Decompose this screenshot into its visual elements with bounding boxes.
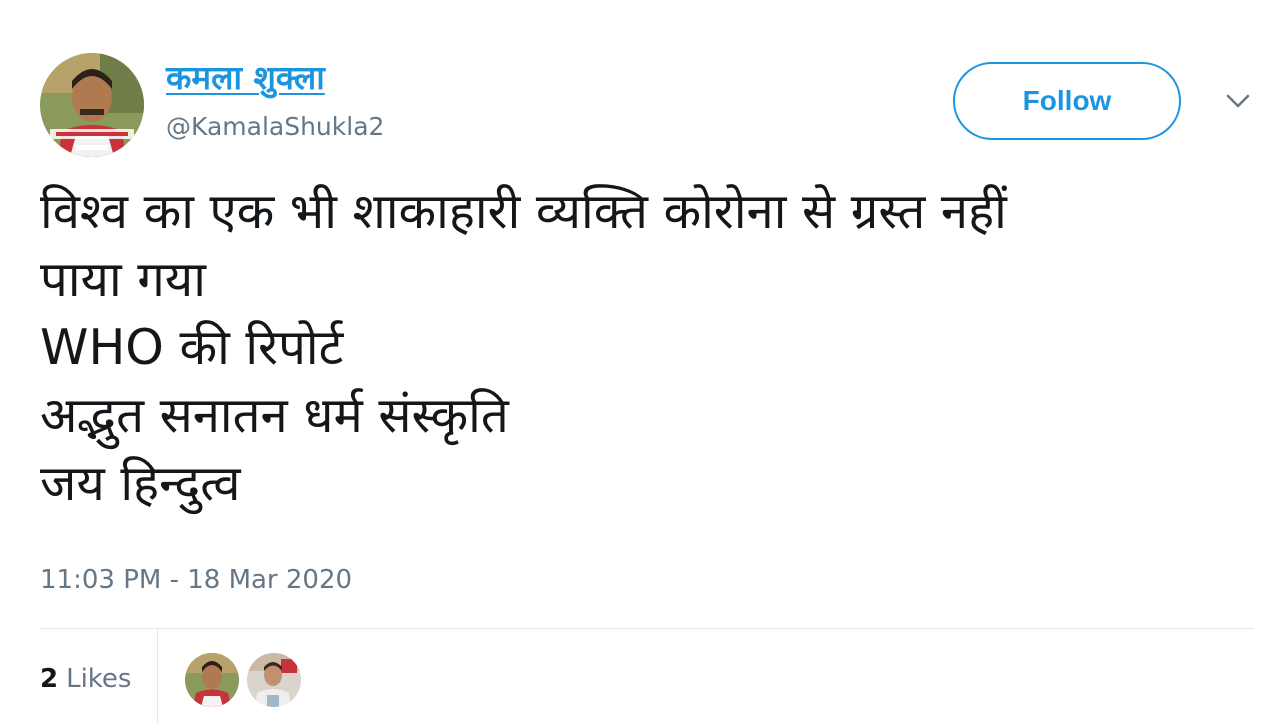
divider [40, 628, 1254, 629]
tweet-timestamp[interactable]: 11:03 PM - 18 Mar 2020 [40, 562, 352, 598]
follow-button[interactable]: Follow [953, 62, 1181, 140]
author-handle[interactable]: @KamalaShukla2 [166, 110, 384, 144]
stats-divider [157, 629, 158, 723]
tweet-line: पाया गया [40, 251, 206, 308]
tweet-text: विश्व का एक भी शाकाहारी व्यक्ति कोरोना स… [40, 178, 1260, 518]
author-avatar[interactable] [40, 53, 144, 157]
likes-label: Likes [66, 664, 132, 694]
avatar-photo-icon [40, 53, 144, 157]
tweet-line: जय हिन्दुत्व [40, 455, 241, 512]
tweet-line: विश्व का एक भी शाकाहारी व्यक्ति कोरोना स… [40, 183, 1007, 240]
liker-avatar-2[interactable] [247, 653, 301, 707]
likes-count: 2 [40, 664, 59, 694]
chevron-down-icon[interactable] [1222, 88, 1254, 114]
liker-avatar-1[interactable] [185, 653, 239, 707]
tweet-line: WHO की रिपोर्ट [40, 319, 344, 376]
author-display-name[interactable]: कमला शुक्ला [166, 56, 325, 100]
tweet-card: कमला शुक्ला @KamalaShukla2 Follow विश्व … [0, 0, 1280, 723]
likes-stat[interactable]: 2 Likes [40, 660, 131, 698]
tweet-line: अद्भुत सनातन धर्म संस्कृति [40, 387, 509, 444]
